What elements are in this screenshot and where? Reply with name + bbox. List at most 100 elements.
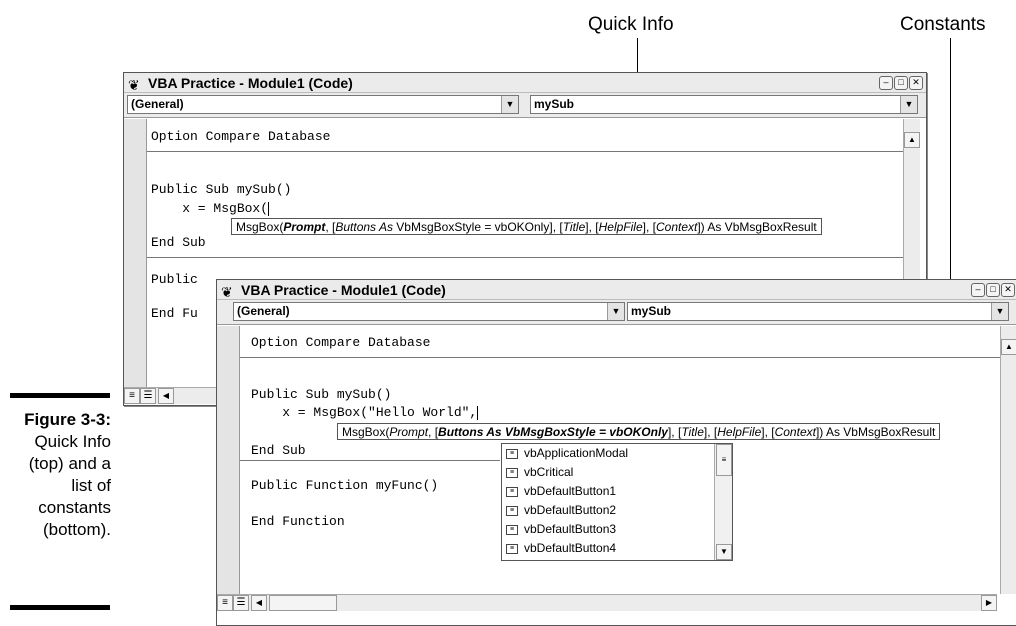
code-line[interactable]: Public (151, 272, 206, 287)
enum-constant-icon: ≡ (506, 524, 518, 535)
list-item[interactable]: ≡ vbDefaultButton2 (502, 501, 732, 520)
constants-list[interactable]: ≡ vbApplicationModal ≡ vbCritical ≡ vbDefau… (501, 443, 733, 561)
caption-line: (top) and a (28, 454, 111, 473)
code-line[interactable]: End Function (251, 514, 345, 529)
close-button[interactable]: ✕ (1001, 283, 1015, 297)
scroll-down-button[interactable]: ▼ (716, 544, 732, 560)
tip-text: ], [ (642, 220, 656, 234)
vba-app-icon: ❦ (221, 284, 233, 300)
tip-current-param: Prompt (283, 220, 326, 234)
tip-param: Prompt (389, 425, 429, 439)
code-line[interactable]: End Sub (151, 235, 206, 250)
procedure-combo[interactable]: mySub ▼ (530, 95, 918, 114)
caption-line: (bottom). (42, 520, 111, 539)
list-item[interactable]: ≡ vbDefaultButton4 (502, 539, 732, 558)
enum-constant-icon: ≡ (506, 543, 518, 554)
list-item-label: vbDefaultButton3 (524, 522, 617, 536)
scroll-up-button[interactable]: ▲ (904, 132, 920, 148)
list-item[interactable]: ≡ vbCritical (502, 463, 732, 482)
procedure-combo-value: mySub (631, 304, 672, 318)
margin-indicator-bar (217, 326, 240, 594)
scroll-left-button[interactable]: ◀ (158, 388, 174, 404)
code-text: x = MsgBox( (151, 201, 269, 216)
list-item[interactable]: ≡ vbDefaultButton3 (502, 520, 732, 539)
list-scrollbar[interactable]: ≡ ▼ (714, 444, 732, 560)
list-item[interactable]: ≡ vbApplicationModal (502, 444, 732, 463)
procedure-view-icon[interactable]: ≡ (124, 388, 140, 404)
tip-param: Context (655, 220, 698, 234)
tip-text: ], [ (667, 425, 682, 439)
code-line[interactable]: End Fu (151, 306, 198, 321)
tip-text: , [ (428, 425, 439, 439)
code-line[interactable]: Public Function myFunc() (251, 478, 438, 493)
minimize-button[interactable]: – (879, 76, 893, 90)
close-button[interactable]: ✕ (909, 76, 923, 90)
scroll-right-button[interactable]: ▶ (981, 595, 997, 611)
code-line[interactable]: Option Compare Database (151, 129, 330, 144)
margin-indicator-bar (124, 119, 147, 387)
list-item[interactable]: ≡ vbDefaultButton1 (502, 482, 732, 501)
scroll-left-button[interactable]: ◀ (251, 595, 267, 611)
scroll-thumb[interactable] (269, 595, 337, 611)
caption-top-rule (10, 393, 110, 398)
code-line-msgbox[interactable]: x = MsgBox("Hello World", (251, 405, 479, 420)
caption-line: list of (71, 476, 111, 495)
tip-text: ], [ (549, 220, 563, 234)
chevron-down-icon[interactable]: ▼ (900, 96, 917, 113)
code-line-msgbox[interactable]: x = MsgBox( (151, 201, 270, 216)
tip-text: MsgBox( (236, 220, 284, 234)
object-combo-value: (General) (237, 304, 290, 318)
object-combo[interactable]: (General) ▼ (127, 95, 519, 114)
tip-text: ], [ (761, 425, 775, 439)
vba-app-icon: ❦ (128, 77, 140, 93)
procedure-combo-value: mySub (534, 97, 575, 111)
title-bar: ❦ VBA Practice - Module1 (Code) – □ ✕ (217, 280, 1016, 300)
tip-text: , [ (325, 220, 336, 234)
chevron-down-icon[interactable]: ▼ (607, 303, 624, 320)
enum-constant-icon: ≡ (506, 448, 518, 459)
maximize-button[interactable]: □ (986, 283, 1000, 297)
window-title: VBA Practice - Module1 (Code) (148, 75, 353, 91)
tip-param: HelpFile (717, 425, 762, 439)
vertical-scrollbar[interactable]: ▲ (1000, 326, 1016, 594)
full-module-view-icon[interactable]: ☰ (140, 388, 156, 404)
object-combo-value: (General) (131, 97, 184, 111)
caption-line: Quick Info (34, 432, 111, 451)
full-module-view-icon[interactable]: ☰ (233, 595, 249, 611)
code-window-bottom: ❦ VBA Practice - Module1 (Code) – □ ✕ (G… (216, 279, 1016, 626)
caption-label: Figure 3-3: (24, 410, 111, 429)
code-line[interactable]: Public Sub mySub() (151, 182, 291, 197)
chevron-down-icon[interactable]: ▼ (501, 96, 518, 113)
minimize-button[interactable]: – (971, 283, 985, 297)
text-cursor (477, 405, 479, 420)
procedure-view-icon[interactable]: ≡ (217, 595, 233, 611)
tip-param: Title (681, 425, 704, 439)
tip-text: ]) As VbMsgBoxResult (697, 220, 817, 234)
text-cursor (268, 201, 270, 216)
tip-text: ]) As VbMsgBoxResult (815, 425, 936, 439)
scroll-thumb[interactable]: ≡ (716, 444, 732, 476)
code-line[interactable]: Public Sub mySub() (251, 387, 391, 402)
procedure-combo[interactable]: mySub ▼ (627, 302, 1009, 321)
horizontal-scrollbar[interactable]: ≡ ☰ ◀ ▶ (217, 594, 997, 611)
tip-text: VbMsgBoxStyle = vbOKOnly (392, 220, 550, 234)
procedure-separator (240, 460, 500, 461)
code-text: x = MsgBox("Hello World", (251, 405, 478, 420)
callout-quick-info: Quick Info (588, 14, 674, 35)
tip-param: HelpFile (598, 220, 643, 234)
maximize-button[interactable]: □ (894, 76, 908, 90)
procedure-separator (147, 151, 903, 152)
list-item-label: vbDefaultButton2 (524, 503, 617, 517)
title-bar: ❦ VBA Practice - Module1 (Code) – □ ✕ (124, 73, 926, 93)
figure-caption: Figure 3-3: Quick Info (top) and a list … (0, 409, 111, 541)
tip-current-param: Buttons As VbMsgBoxStyle = vbOKOnly (438, 425, 668, 439)
horizontal-scrollbar[interactable]: ≡ ☰ ◀ (124, 387, 220, 404)
scroll-up-button[interactable]: ▲ (1001, 339, 1016, 355)
object-combo[interactable]: (General) ▼ (233, 302, 625, 321)
enum-constant-icon: ≡ (506, 467, 518, 478)
code-line[interactable]: Option Compare Database (251, 335, 430, 350)
chevron-down-icon[interactable]: ▼ (991, 303, 1008, 320)
tip-text: ], [ (585, 220, 599, 234)
tip-param: Title (562, 220, 586, 234)
code-line[interactable]: End Sub (251, 443, 306, 458)
